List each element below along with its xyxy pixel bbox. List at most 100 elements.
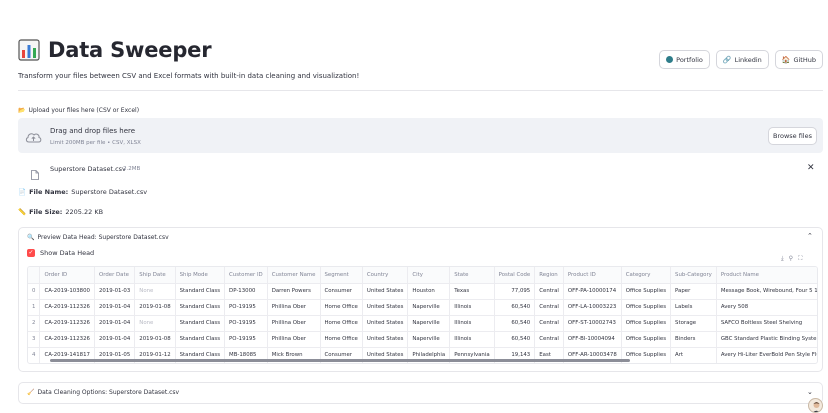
table-cell[interactable]: Standard Class [175, 283, 226, 300]
table-cell[interactable]: 2019-01-04 [94, 331, 136, 348]
table-cell[interactable]: Texas [449, 283, 495, 300]
table-cell[interactable]: Office Supplies [621, 331, 672, 348]
table-cell[interactable]: Phillina Ober [267, 315, 321, 332]
table-cell[interactable]: 2019-01-04 [94, 315, 136, 332]
column-header[interactable]: Order ID [39, 267, 95, 284]
table-cell[interactable]: Binders [670, 331, 717, 348]
column-header[interactable]: City [407, 267, 451, 284]
remove-file-button[interactable]: ✕ [807, 163, 815, 173]
column-header[interactable]: Order Date [94, 267, 136, 284]
table-cell[interactable]: 2019-01-03 [94, 283, 136, 300]
checkbox-checked-icon[interactable]: ✓ [27, 249, 35, 257]
column-header[interactable]: Category [621, 267, 672, 284]
table-cell[interactable]: Standard Class [175, 315, 226, 332]
table-cell[interactable]: None [134, 283, 176, 300]
table-cell[interactable]: Home Office [320, 331, 363, 348]
table-cell[interactable]: Central [534, 283, 564, 300]
row-index[interactable]: 4 [28, 347, 41, 363]
column-header[interactable]: Customer Name [267, 267, 321, 284]
table-cell[interactable]: Central [534, 299, 564, 316]
table-cell[interactable]: Storage [670, 315, 717, 332]
table-cell[interactable]: United States [362, 283, 409, 300]
table-cell[interactable]: United States [362, 331, 409, 348]
row-index[interactable]: 1 [28, 299, 41, 316]
table-cell[interactable]: PO-19195 [224, 299, 268, 316]
column-header[interactable]: Postal Code [494, 267, 536, 284]
table-cell[interactable]: Message Book, Wirebound, Four 5 1/2" X 4… [716, 283, 817, 300]
horizontal-scrollbar[interactable] [50, 359, 630, 362]
column-header[interactable]: Sub-Category [670, 267, 717, 284]
table-cell[interactable]: Darren Powers [267, 283, 321, 300]
table-cell[interactable]: Art [670, 347, 717, 363]
column-header[interactable]: State [449, 267, 495, 284]
table-cell[interactable]: Labels [670, 299, 717, 316]
download-icon[interactable]: ⤓ [781, 255, 784, 263]
table-cell[interactable]: OFF-PA-10000174 [563, 283, 622, 300]
table-cell[interactable]: CA-2019-112326 [39, 299, 95, 316]
chevron-up-icon[interactable]: ⌃ [807, 232, 813, 240]
avatar[interactable] [808, 398, 823, 413]
table-cell[interactable]: United States [362, 315, 409, 332]
table-cell[interactable]: Home Office [320, 299, 363, 316]
table-cell[interactable]: Office Supplies [621, 299, 672, 316]
table-cell[interactable]: Phillina Ober [267, 331, 321, 348]
table-row[interactable]: 3 CA-2019-112326 2019-01-04 2019-01-08 Stand… [28, 331, 817, 348]
table-cell[interactable]: 77,095 [494, 283, 536, 300]
table-cell[interactable]: Illinois [449, 299, 495, 316]
file-dropzone[interactable] [18, 118, 823, 153]
fullscreen-icon[interactable]: ⛶ [798, 255, 802, 263]
show-data-head-checkbox[interactable]: ✓ Show Data Head [27, 249, 94, 257]
table-cell[interactable]: 2019-01-08 [134, 331, 176, 348]
table-cell[interactable]: SAFCO Boltless Steel Shelving [716, 315, 817, 332]
row-index[interactable]: 3 [28, 331, 41, 348]
table-cell[interactable]: 60,540 [494, 299, 536, 316]
data-table[interactable]: Order ID Order Date Ship Date Ship Mode Cust… [27, 266, 818, 364]
table-cell[interactable]: 2019-01-08 [134, 299, 176, 316]
column-header[interactable]: Region [534, 267, 564, 284]
table-cell[interactable]: Standard Class [175, 331, 226, 348]
table-row[interactable]: 0 CA-2019-103800 2019-01-03 None Standard Cl… [28, 283, 817, 300]
table-cell[interactable]: United States [362, 299, 409, 316]
row-index[interactable]: 0 [28, 283, 41, 300]
column-header[interactable]: Ship Date [134, 267, 176, 284]
table-cell[interactable]: PO-19195 [224, 315, 268, 332]
linkedin-link-button[interactable]: 🔗 Linkedin [715, 50, 769, 69]
table-cell[interactable]: PO-19195 [224, 331, 268, 348]
table-cell[interactable]: Houston [407, 283, 451, 300]
table-cell[interactable]: Avery 508 [716, 299, 817, 316]
table-cell[interactable]: Naperville [407, 315, 451, 332]
cleaning-expander-header[interactable]: 🧹 Data Cleaning Options: Superstore Data… [27, 389, 179, 396]
column-header[interactable]: Ship Mode [175, 267, 226, 284]
table-cell[interactable]: 60,540 [494, 331, 536, 348]
table-cell[interactable]: Paper [670, 283, 717, 300]
table-cell[interactable]: Office Supplies [621, 283, 672, 300]
table-cell[interactable]: DP-13000 [224, 283, 268, 300]
browse-files-button[interactable]: Browse files [768, 127, 817, 145]
table-cell[interactable]: GBC Standard Plastic Binding Systems Com… [716, 331, 817, 348]
column-header[interactable]: Customer ID [224, 267, 268, 284]
chevron-down-icon[interactable]: ⌄ [807, 388, 813, 396]
table-cell[interactable]: Central [534, 315, 564, 332]
table-cell[interactable]: CA-2019-112326 [39, 315, 95, 332]
github-link-button[interactable]: 🏠 GitHub [774, 50, 823, 69]
column-header[interactable]: Segment [320, 267, 363, 284]
portfolio-link-button[interactable]: Portfolio [659, 50, 710, 69]
preview-expander-header[interactable]: 🔍 Preview Data Head: Superstore Dataset.… [27, 234, 169, 241]
table-cell[interactable]: 60,540 [494, 315, 536, 332]
table-row[interactable]: 2 CA-2019-112326 2019-01-04 None Standard Cl… [28, 315, 817, 332]
table-cell[interactable]: Consumer [320, 283, 363, 300]
table-cell[interactable]: Home Office [320, 315, 363, 332]
table-cell[interactable]: Central [534, 331, 564, 348]
table-cell[interactable]: Illinois [449, 315, 495, 332]
table-cell[interactable]: Phillina Ober [267, 299, 321, 316]
table-cell[interactable]: 2019-01-04 [94, 299, 136, 316]
table-row[interactable]: 1 CA-2019-112326 2019-01-04 2019-01-08 Stand… [28, 299, 817, 316]
column-header[interactable] [28, 267, 41, 284]
table-cell[interactable]: Avery Hi-Liter EverBold Pen Style Fluore… [716, 347, 817, 363]
table-cell[interactable]: None [134, 315, 176, 332]
table-cell[interactable]: Standard Class [175, 299, 226, 316]
table-cell[interactable]: CA-2019-103800 [39, 283, 95, 300]
table-cell[interactable]: OFF-LA-10003223 [563, 299, 622, 316]
table-cell[interactable]: Naperville [407, 331, 451, 348]
table-cell[interactable]: Naperville [407, 299, 451, 316]
